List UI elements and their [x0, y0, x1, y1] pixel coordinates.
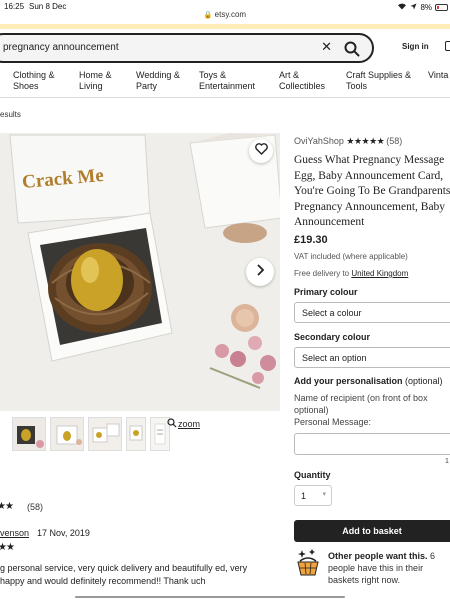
reviewer-name[interactable]: venson [0, 528, 29, 538]
product-photo: Crack Me [0, 133, 280, 411]
back-to-results-link[interactable]: esults [0, 110, 21, 119]
personalisation-title: Add your personalisation [294, 376, 403, 386]
status-bar: 16:25 Sun 8 Dec 🔒 etsy.com 8% [0, 0, 450, 24]
search-query: pregnancy announcement [3, 42, 119, 53]
category-art-collectibles[interactable]: Art & Collectibles [279, 70, 325, 92]
character-counter: 1 [445, 458, 449, 465]
thumbnail-strip [12, 417, 170, 451]
home-indicator [75, 596, 345, 598]
category-vintage[interactable]: Vinta [428, 70, 448, 81]
quantity-value: 1 [301, 491, 307, 501]
secondary-colour-value: Select an option [302, 353, 367, 363]
search-input[interactable]: pregnancy announcement ✕ [0, 33, 374, 63]
add-to-basket-label: Add to basket [342, 526, 402, 536]
product-title: Guess What Pregnancy Message Egg, Baby A… [294, 154, 450, 228]
personalisation-optional: (optional) [405, 376, 443, 386]
shop-rating-line: OviYahShop ★★★★★ (58) [294, 136, 402, 147]
basket-icon[interactable] [445, 41, 450, 51]
chevron-right-icon [255, 263, 265, 281]
primary-colour-value: Select a colour [302, 308, 362, 318]
shop-name-link[interactable]: OviYahShop [294, 136, 344, 146]
thumbnail-1[interactable] [12, 417, 46, 451]
category-craft-supplies-tools[interactable]: Craft Supplies & Tools [346, 70, 411, 92]
review-stars: ★★ [0, 542, 15, 553]
thumbnail-2[interactable] [50, 417, 84, 451]
location-icon [410, 3, 417, 12]
rating-stars: ★★★★★ [346, 136, 387, 146]
review-text: g personal service, very quick delivery … [0, 563, 248, 586]
thumbnail-4[interactable] [126, 417, 146, 451]
category-clothing-shoes[interactable]: Clothing & Shoes [13, 70, 55, 92]
thumbnail-3[interactable] [88, 417, 122, 451]
next-image-button[interactable] [246, 258, 274, 286]
delivery-info: Free delivery to United Kingdom [294, 269, 408, 278]
lock-icon: 🔒 [203, 12, 213, 19]
social-proof-headline: Other people want this. [328, 551, 428, 561]
battery-icon [435, 3, 448, 11]
quantity-label: Quantity [294, 470, 331, 480]
category-wedding-party[interactable]: Wedding & Party [136, 70, 180, 92]
favourite-button[interactable] [249, 139, 273, 163]
search-row: pregnancy announcement ✕ Sign in [0, 33, 450, 63]
review-count: (58) [27, 502, 44, 512]
battery-percentage: 8% [420, 2, 432, 12]
secondary-colour-select[interactable]: Select an option ▾ [294, 347, 450, 368]
address-bar[interactable]: 🔒 etsy.com [0, 10, 450, 19]
primary-colour-select[interactable]: Select a colour ▾ [294, 302, 450, 323]
review-date: 17 Nov, 2019 [37, 528, 90, 538]
search-icon[interactable] [343, 40, 361, 58]
personalisation-textarea[interactable] [294, 433, 450, 455]
zoom-label: zoom [178, 419, 201, 429]
product-price: £19.30 [294, 234, 328, 246]
delivery-destination-link[interactable]: United Kingdom [351, 269, 408, 278]
magnifier-icon [167, 418, 177, 430]
social-proof-message: Other people want this. 6 people have th… [328, 550, 450, 586]
wifi-icon [397, 2, 407, 12]
personalisation-label: Add your personalisation (optional) [294, 376, 443, 386]
sign-in-link[interactable]: Sign in [402, 42, 429, 51]
add-to-basket-button[interactable]: Add to basket [294, 520, 450, 542]
vat-note: VAT included (where applicable) [294, 252, 408, 261]
category-nav: Clothing & Shoes Home & Living Wedding &… [0, 66, 450, 98]
status-icons: 8% [397, 2, 448, 12]
review-stars-summary: ★★ [0, 501, 14, 512]
rating-count[interactable]: (58) [386, 136, 402, 146]
product-main-image[interactable]: Crack Me [0, 133, 280, 411]
basket-sparkle-icon [296, 549, 320, 577]
secondary-colour-label: Secondary colour [294, 332, 371, 342]
category-home-living[interactable]: Home & Living [79, 70, 112, 92]
primary-colour-label: Primary colour [294, 287, 358, 297]
address-url: etsy.com [214, 10, 247, 19]
personalisation-instructions: Name of recipient (on front of box optio… [294, 393, 428, 427]
delivery-prefix: Free delivery to [294, 269, 350, 278]
chevron-down-icon: ▾ [322, 491, 326, 498]
zoom-button[interactable]: zoom [167, 418, 200, 430]
category-toys-entertainment[interactable]: Toys & Entertainment [199, 70, 255, 92]
clear-search-icon[interactable]: ✕ [321, 39, 332, 55]
promo-strip [0, 24, 450, 29]
heart-icon [254, 142, 268, 160]
quantity-select[interactable]: 1 ▾ [294, 485, 332, 506]
